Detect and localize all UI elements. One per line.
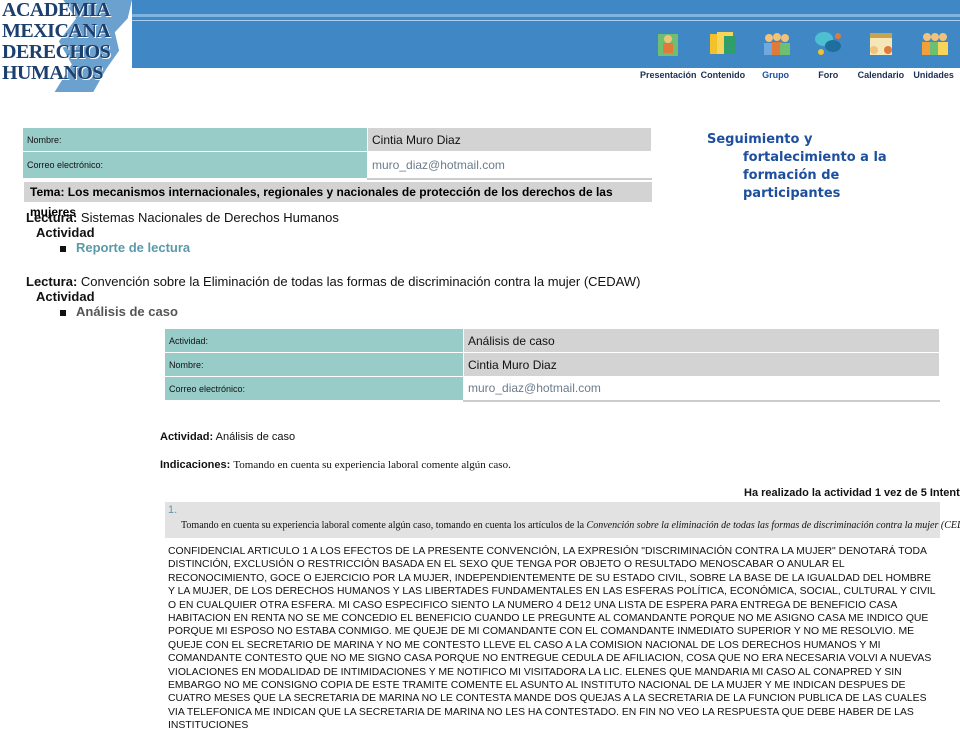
side-title-line: fortalecimiento a la	[743, 150, 887, 165]
actividad-label: Actividad	[36, 225, 95, 240]
answer-text: CONFIDENCIAL ARTICULO 1 A los efectos de…	[168, 546, 936, 732]
activity-link-text: Análisis de caso	[76, 304, 178, 319]
presentation-icon	[658, 34, 679, 56]
activity-value: Análisis de caso	[463, 328, 940, 353]
logo-line: DERECHOS	[2, 41, 111, 63]
nav-calendario[interactable]: Calendario	[855, 28, 908, 80]
side-title-line: Seguimiento y	[707, 132, 813, 147]
activity-link-reporte[interactable]: Reporte de lectura	[60, 240, 190, 255]
question-text: Tomando en cuenta su experiencia laboral…	[181, 520, 960, 531]
question-number: 1.	[168, 504, 178, 516]
name-label: Nombre:	[164, 352, 464, 377]
header-stripe	[120, 14, 960, 17]
name-value: Cintia Muro Diaz	[463, 352, 940, 377]
profile-table: Nombre: Cintia Muro Diaz Correo electrón…	[22, 127, 652, 180]
units-icon	[921, 33, 948, 55]
activity-detail-table: Actividad: Análisis de caso Nombre: Cint…	[164, 328, 940, 402]
activity-link-text: Reporte de lectura	[76, 240, 191, 255]
nav-unidades[interactable]: Unidades	[907, 28, 960, 80]
nav-label: Unidades	[913, 70, 954, 80]
nav-label: Foro	[818, 70, 839, 80]
lectura-item: Lectura: Sistemas Nacionales de Derechos…	[26, 210, 339, 225]
bullet-icon	[60, 245, 66, 252]
question-text-italic: Convención sobre la eliminación de todas…	[586, 520, 960, 531]
activity-heading: Actividad: Análisis de caso	[160, 431, 295, 443]
lectura-title: Convención sobre la Eliminación de todas…	[80, 274, 641, 289]
bullet-icon	[60, 309, 66, 316]
logo-line: HUMANOS	[2, 62, 103, 84]
header-stripe-thin	[120, 20, 960, 21]
logo-line: ACADEMIA	[2, 0, 111, 21]
indicaciones: Indicaciones: Tomando en cuenta su exper…	[160, 459, 511, 471]
nav-label: Grupo	[762, 70, 790, 80]
nav-label: Contenido	[700, 70, 746, 80]
activity-heading-label: Actividad:	[160, 431, 214, 443]
forum-icon	[815, 32, 842, 55]
nav-foro[interactable]: Foro	[802, 28, 855, 80]
side-title-line: participantes	[743, 186, 841, 201]
activity-heading-value: Análisis de caso	[215, 431, 296, 443]
logo[interactable]: ACADEMIA MEXICANA DERECHOS HUMANOS	[0, 0, 132, 92]
name-value: Cintia Muro Diaz	[367, 127, 652, 152]
nav-label: Presentación	[640, 70, 697, 80]
attempts-count: Ha realizado la actividad 1 vez de 5 Int…	[744, 487, 960, 499]
side-title: Seguimiento y fortalecimiento a la forma…	[707, 131, 887, 203]
nav-contenido[interactable]: Contenido	[697, 28, 750, 80]
email-label: Correo electrónico:	[22, 151, 368, 179]
activity-link-analisis[interactable]: Análisis de caso	[60, 304, 178, 319]
main-nav: Presentación Contenido Grupo Foro Calend…	[640, 28, 960, 80]
folders-icon	[709, 32, 736, 54]
email-label: Correo electrónico:	[164, 376, 464, 401]
nav-label: Calendario	[857, 70, 905, 80]
tema-heading: Tema: Los mecanismos internacionales, re…	[24, 182, 652, 219]
question-text-start: Tomando en cuenta su experiencia laboral…	[181, 520, 587, 531]
lectura-item: Lectura: Convención sobre la Eliminación…	[26, 274, 640, 289]
lectura-prefix: Lectura:	[26, 210, 78, 225]
lectura-title: Sistemas Nacionales de Derechos Humanos	[80, 210, 339, 225]
question-block: 1. Tomando en cuenta su experiencia labo…	[165, 502, 960, 538]
nav-presentacion[interactable]: Presentación	[640, 28, 697, 80]
email-value[interactable]: muro_diaz@hotmail.com	[367, 151, 652, 180]
actividad-label: Actividad	[36, 289, 95, 304]
logo-line: MEXICANA	[2, 20, 111, 42]
group-icon	[763, 33, 790, 55]
name-label: Nombre:	[22, 127, 368, 152]
indicaciones-text: Tomando en cuenta su experiencia laboral…	[233, 459, 511, 471]
side-title-line: formación de	[743, 168, 840, 183]
lectura-prefix: Lectura:	[26, 274, 78, 289]
logo-text: ACADEMIA MEXICANA DERECHOS HUMANOS	[2, 0, 111, 84]
indicaciones-label: Indicaciones:	[160, 459, 231, 471]
site-header: ACADEMIA MEXICANA DERECHOS HUMANOS Prese…	[0, 0, 960, 92]
activity-label: Actividad:	[164, 328, 464, 353]
nav-grupo[interactable]: Grupo	[749, 28, 802, 80]
calendar-icon	[869, 33, 892, 55]
email-value[interactable]: muro_diaz@hotmail.com	[463, 376, 940, 402]
